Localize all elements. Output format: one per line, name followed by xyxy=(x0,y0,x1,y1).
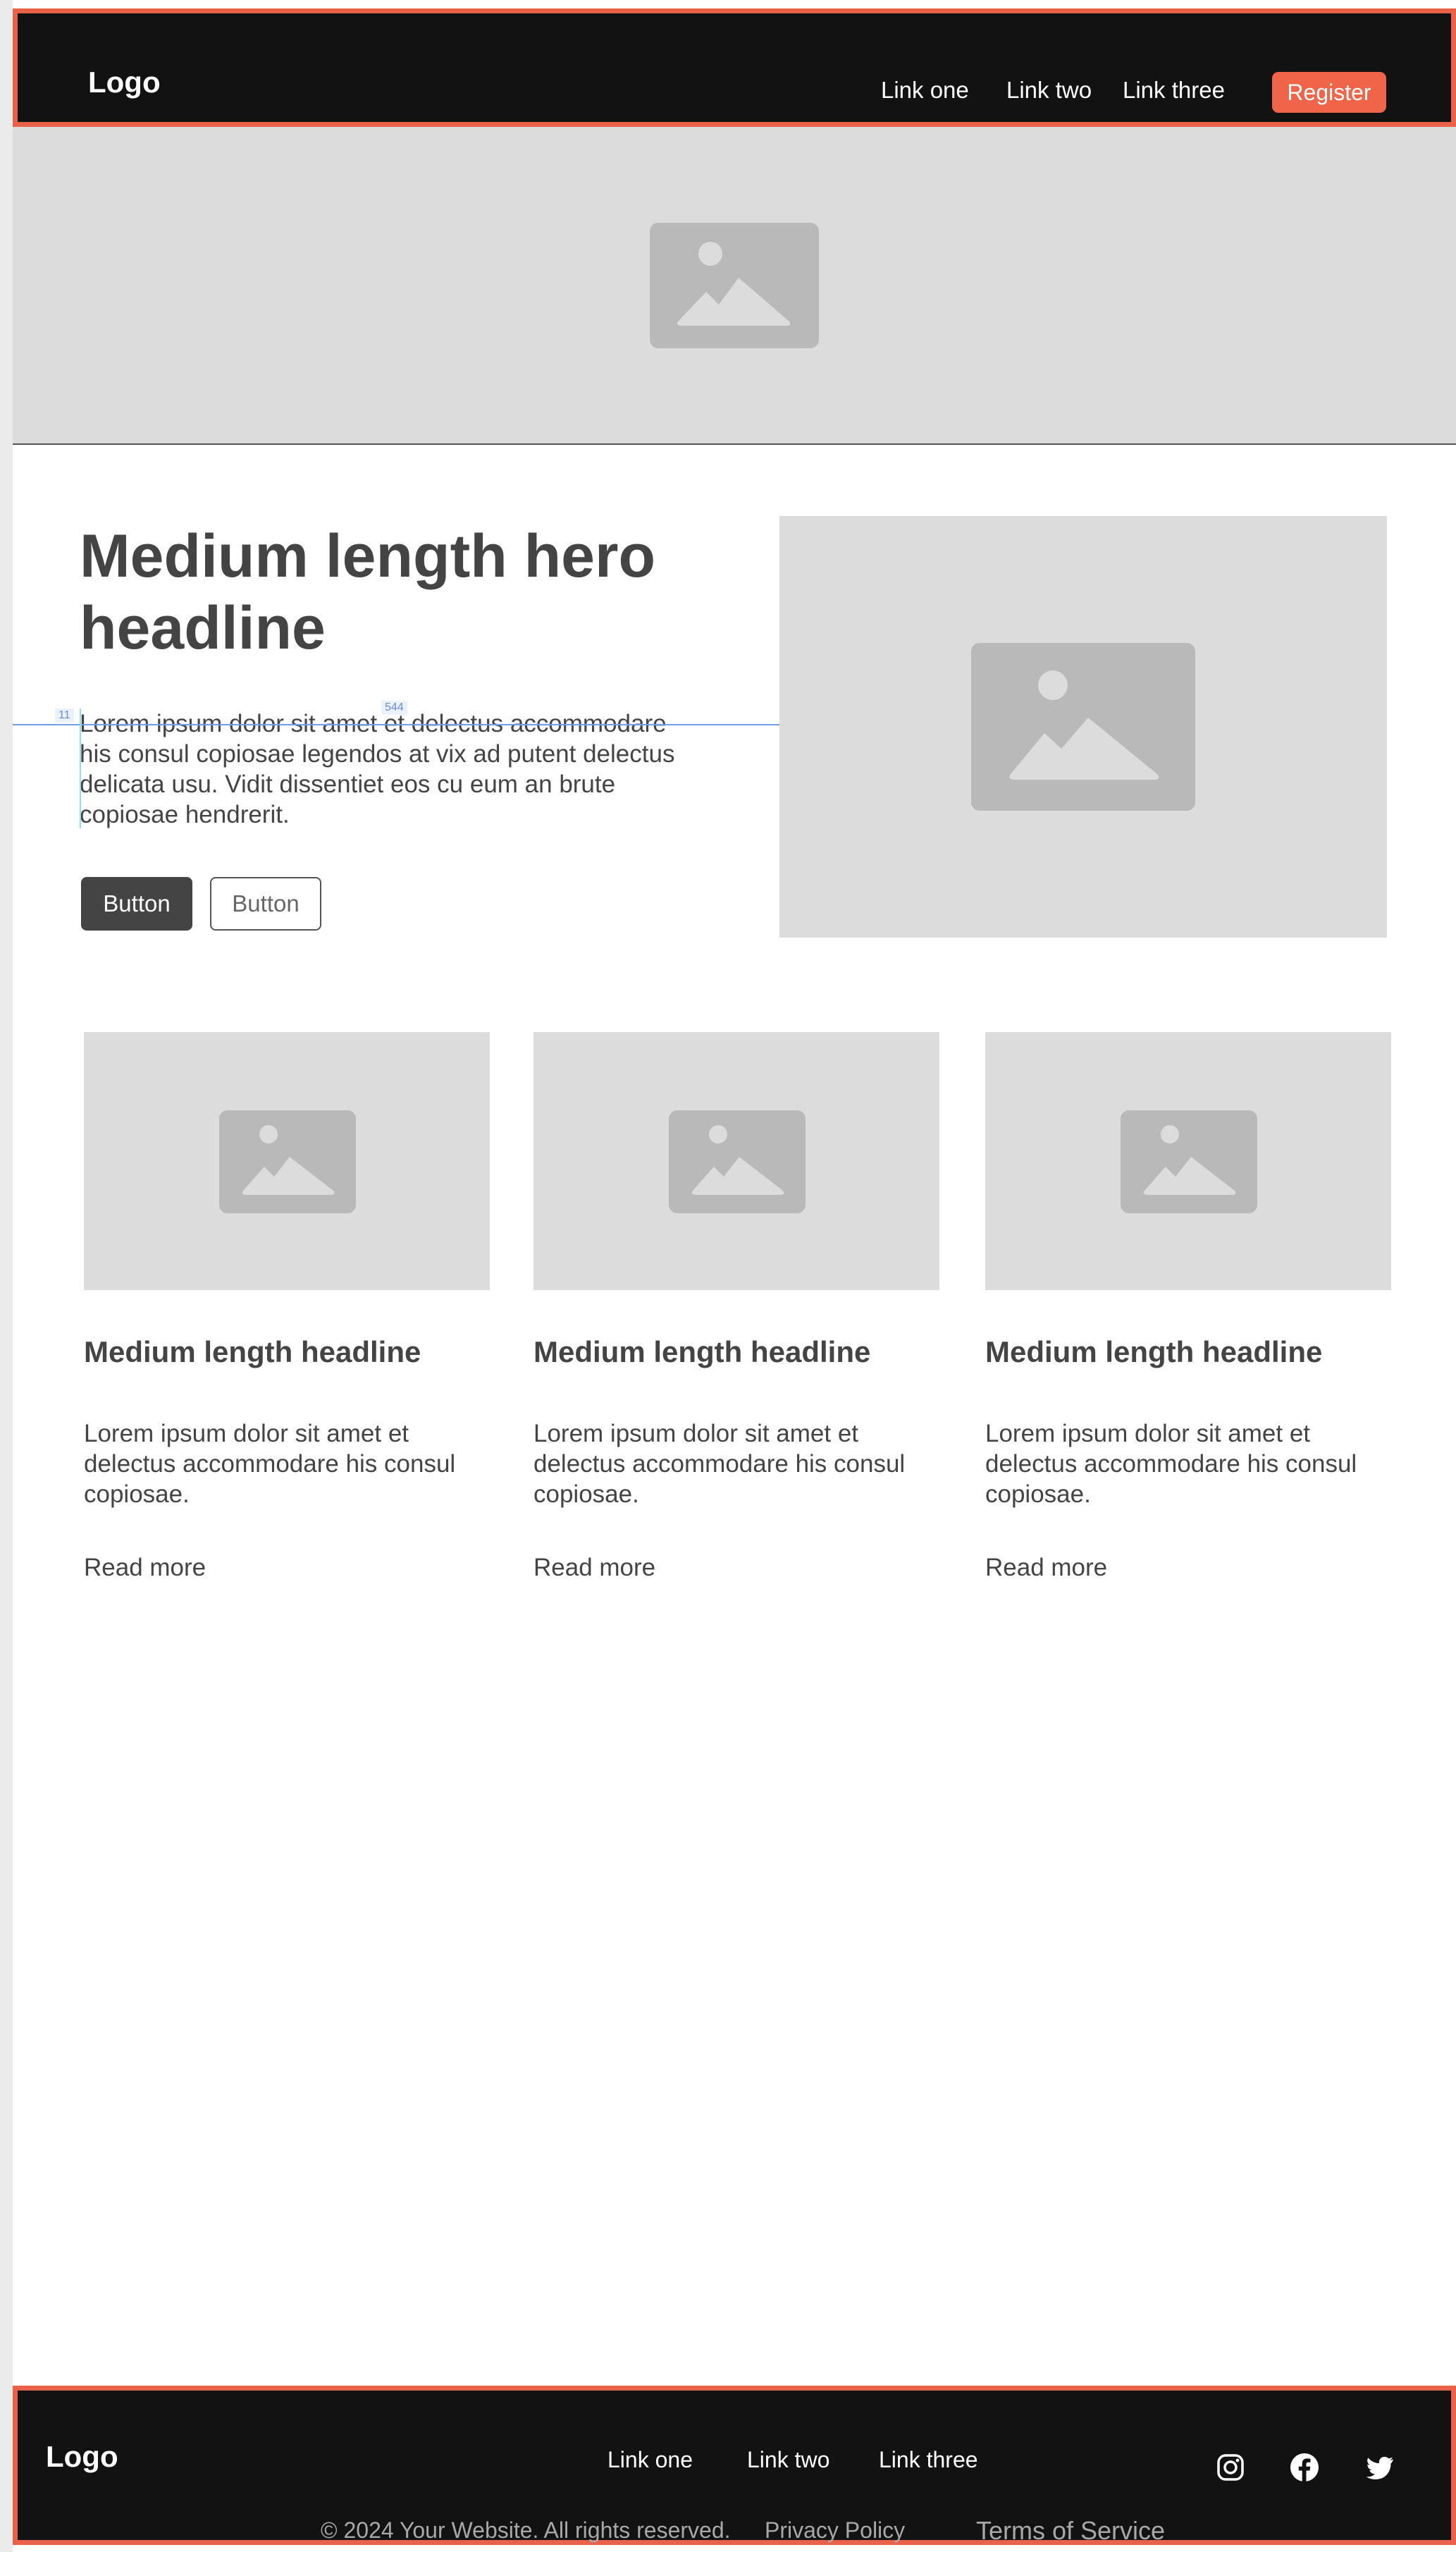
instagram-icon[interactable] xyxy=(1216,2453,1245,2482)
hero-body: Lorem ipsum dolor sit amet et delectus a… xyxy=(80,710,675,828)
privacy-policy-link[interactable]: Privacy Policy xyxy=(765,2517,905,2544)
card-title: Medium length headline xyxy=(84,1335,421,1368)
footer-link-two[interactable]: Link two xyxy=(747,2447,829,2473)
header-logo[interactable]: Logo xyxy=(88,66,161,99)
read-more-link[interactable]: Read more xyxy=(533,1554,655,1582)
footer-link-one[interactable]: Link one xyxy=(607,2447,693,2473)
image-placeholder-icon xyxy=(219,1110,356,1213)
image-placeholder-icon xyxy=(1121,1110,1257,1213)
facebook-icon[interactable] xyxy=(1290,2453,1319,2482)
card-image-placeholder xyxy=(84,1032,490,1290)
card-body: Lorem ipsum dolor sit amet et delectus a… xyxy=(84,1420,456,1508)
nav-link-two[interactable]: Link two xyxy=(1006,77,1092,104)
card-body: Lorem ipsum dolor sit amet et delectus a… xyxy=(985,1420,1357,1508)
nav-link-three[interactable]: Link three xyxy=(1123,77,1225,104)
card-image-placeholder xyxy=(985,1032,1391,1290)
read-more-link[interactable]: Read more xyxy=(84,1554,206,1582)
hero-image-placeholder xyxy=(779,516,1387,938)
measurement-label: 11 xyxy=(55,708,74,723)
banner-image-placeholder xyxy=(13,127,1456,445)
nav-link-one[interactable]: Link one xyxy=(881,77,969,104)
site-header: Logo Link one Link two Link three Regist… xyxy=(13,8,1456,127)
image-placeholder-icon xyxy=(971,643,1195,811)
page: Logo Link one Link two Link three Regist… xyxy=(13,0,1456,2552)
card-title: Medium length headline xyxy=(533,1335,871,1368)
measurement-guide-line xyxy=(80,708,81,828)
footer-link-three[interactable]: Link three xyxy=(879,2447,978,2473)
secondary-button[interactable]: Button xyxy=(210,877,321,931)
measurement-guide-line xyxy=(13,724,779,725)
site-footer: Logo Link one Link two Link three © 2024… xyxy=(13,2386,1456,2545)
image-placeholder-icon xyxy=(650,223,819,348)
card-title: Medium length headline xyxy=(985,1335,1323,1368)
primary-button[interactable]: Button xyxy=(81,877,192,931)
hero-title: Medium length hero headline xyxy=(80,522,655,662)
terms-of-service-link[interactable]: Terms of Service xyxy=(976,2516,1165,2546)
footer-logo[interactable]: Logo xyxy=(46,2440,118,2474)
read-more-link[interactable]: Read more xyxy=(985,1554,1107,1582)
image-placeholder-icon xyxy=(669,1110,806,1213)
card-body: Lorem ipsum dolor sit amet et delectus a… xyxy=(533,1420,906,1508)
measurement-label: 544 xyxy=(381,701,407,715)
card-image-placeholder xyxy=(533,1032,939,1290)
register-button[interactable]: Register xyxy=(1272,72,1386,113)
copyright-text: © 2024 Your Website. All rights reserved… xyxy=(321,2517,731,2543)
twitter-icon[interactable] xyxy=(1365,2453,1395,2482)
